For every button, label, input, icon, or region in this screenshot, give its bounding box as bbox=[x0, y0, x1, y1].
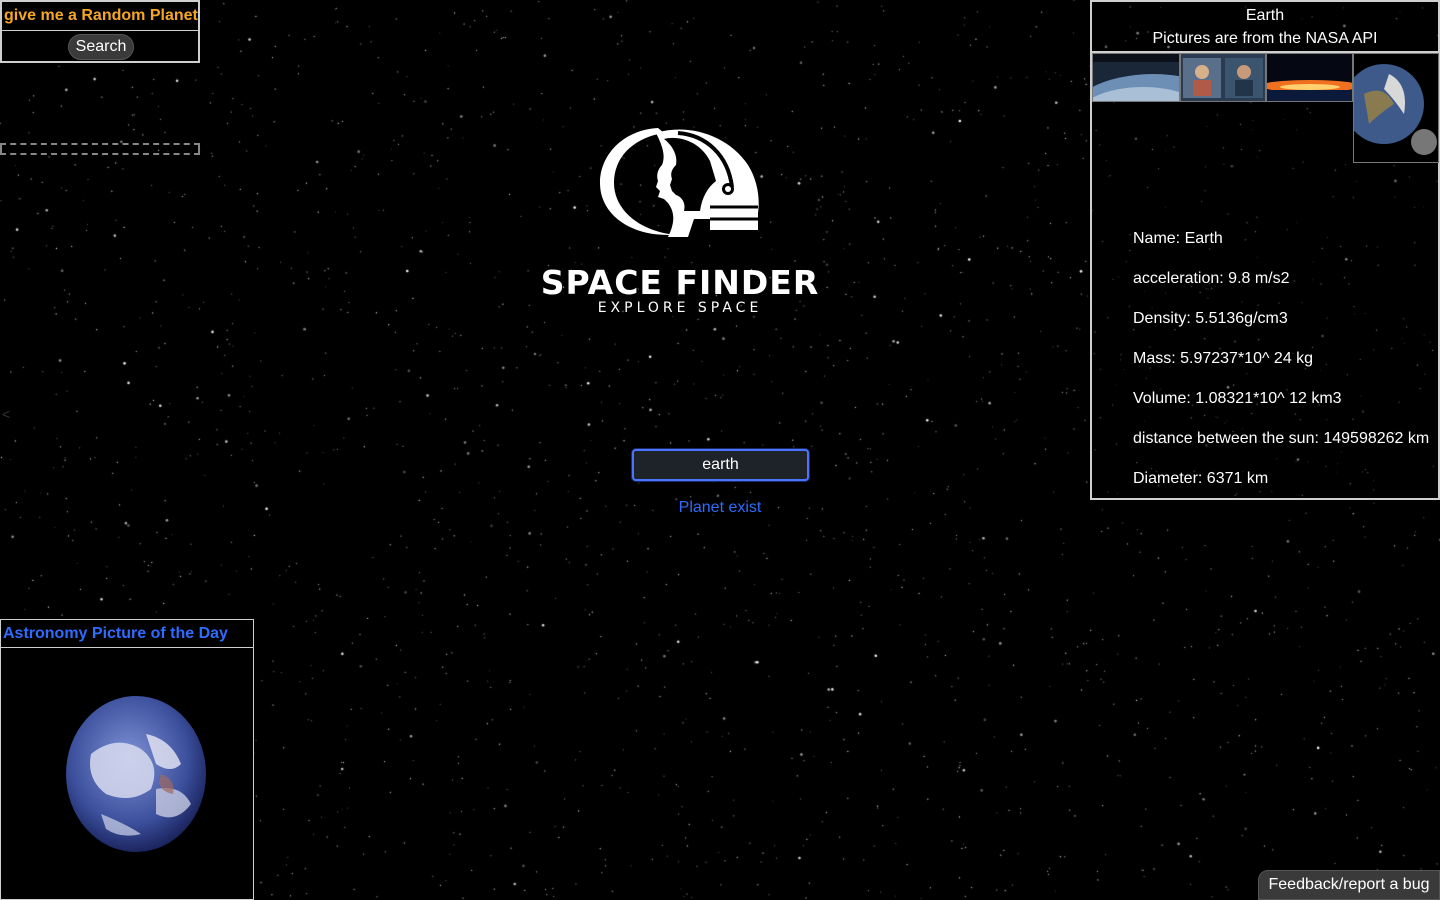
nasa-image-earth-moon[interactable] bbox=[1353, 53, 1439, 163]
apod-earth-image bbox=[66, 696, 206, 852]
chevron-left-icon[interactable]: < bbox=[2, 406, 10, 422]
logo-subtitle: EXPLORE SPACE bbox=[597, 300, 763, 316]
stat-diameter: Diameter: 6371 km bbox=[1133, 470, 1269, 487]
astronaut-helmet-icon bbox=[600, 128, 759, 237]
stat-volume: Volume: 1.08321*10^ 12 km3 bbox=[1133, 390, 1342, 407]
nasa-image-earth-limb[interactable] bbox=[1092, 53, 1180, 102]
nasa-credit: Pictures are from the NASA API bbox=[1152, 30, 1378, 47]
planet-search-input[interactable] bbox=[632, 449, 809, 481]
loading-bar bbox=[0, 143, 200, 155]
site-logo: SPACE FINDER EXPLORE SPACE bbox=[530, 120, 830, 320]
stat-density: Density: 5.5136g/cm3 bbox=[1133, 310, 1288, 327]
planet-info-header: Earth Pictures are from the NASA API bbox=[1092, 2, 1438, 53]
planet-stats-list: Name: Earth acceleration: 9.8 m/s2 Densi… bbox=[1133, 228, 1429, 508]
planet-info-name: Earth bbox=[1245, 7, 1285, 24]
stat-acceleration: acceleration: 9.8 m/s2 bbox=[1133, 270, 1290, 287]
nasa-image-video-call[interactable] bbox=[1180, 53, 1266, 102]
apod-title-link[interactable]: Astronomy Picture of the Day bbox=[1, 620, 253, 648]
stat-name: Name: Earth bbox=[1133, 230, 1223, 247]
planet-status-message: Planet exist bbox=[678, 499, 762, 516]
random-planet-panel: give me a Random Planet Search bbox=[0, 0, 200, 63]
logo-title: SPACE FINDER bbox=[540, 263, 820, 302]
nasa-image-sunrise[interactable] bbox=[1266, 53, 1353, 102]
stat-mass: Mass: 5.97237*10^ 24 kg bbox=[1133, 350, 1314, 367]
random-planet-title: give me a Random Planet bbox=[2, 2, 198, 31]
apod-panel: Astronomy Picture of the Day bbox=[0, 619, 254, 900]
planet-info-panel: Earth Pictures are from the NASA API Nam… bbox=[1090, 0, 1440, 500]
random-search-button[interactable]: Search bbox=[68, 34, 134, 60]
stat-distance: distance between the sun: 149598262 km bbox=[1133, 430, 1430, 447]
feedback-button[interactable]: Feedback/report a bug bbox=[1258, 870, 1440, 900]
